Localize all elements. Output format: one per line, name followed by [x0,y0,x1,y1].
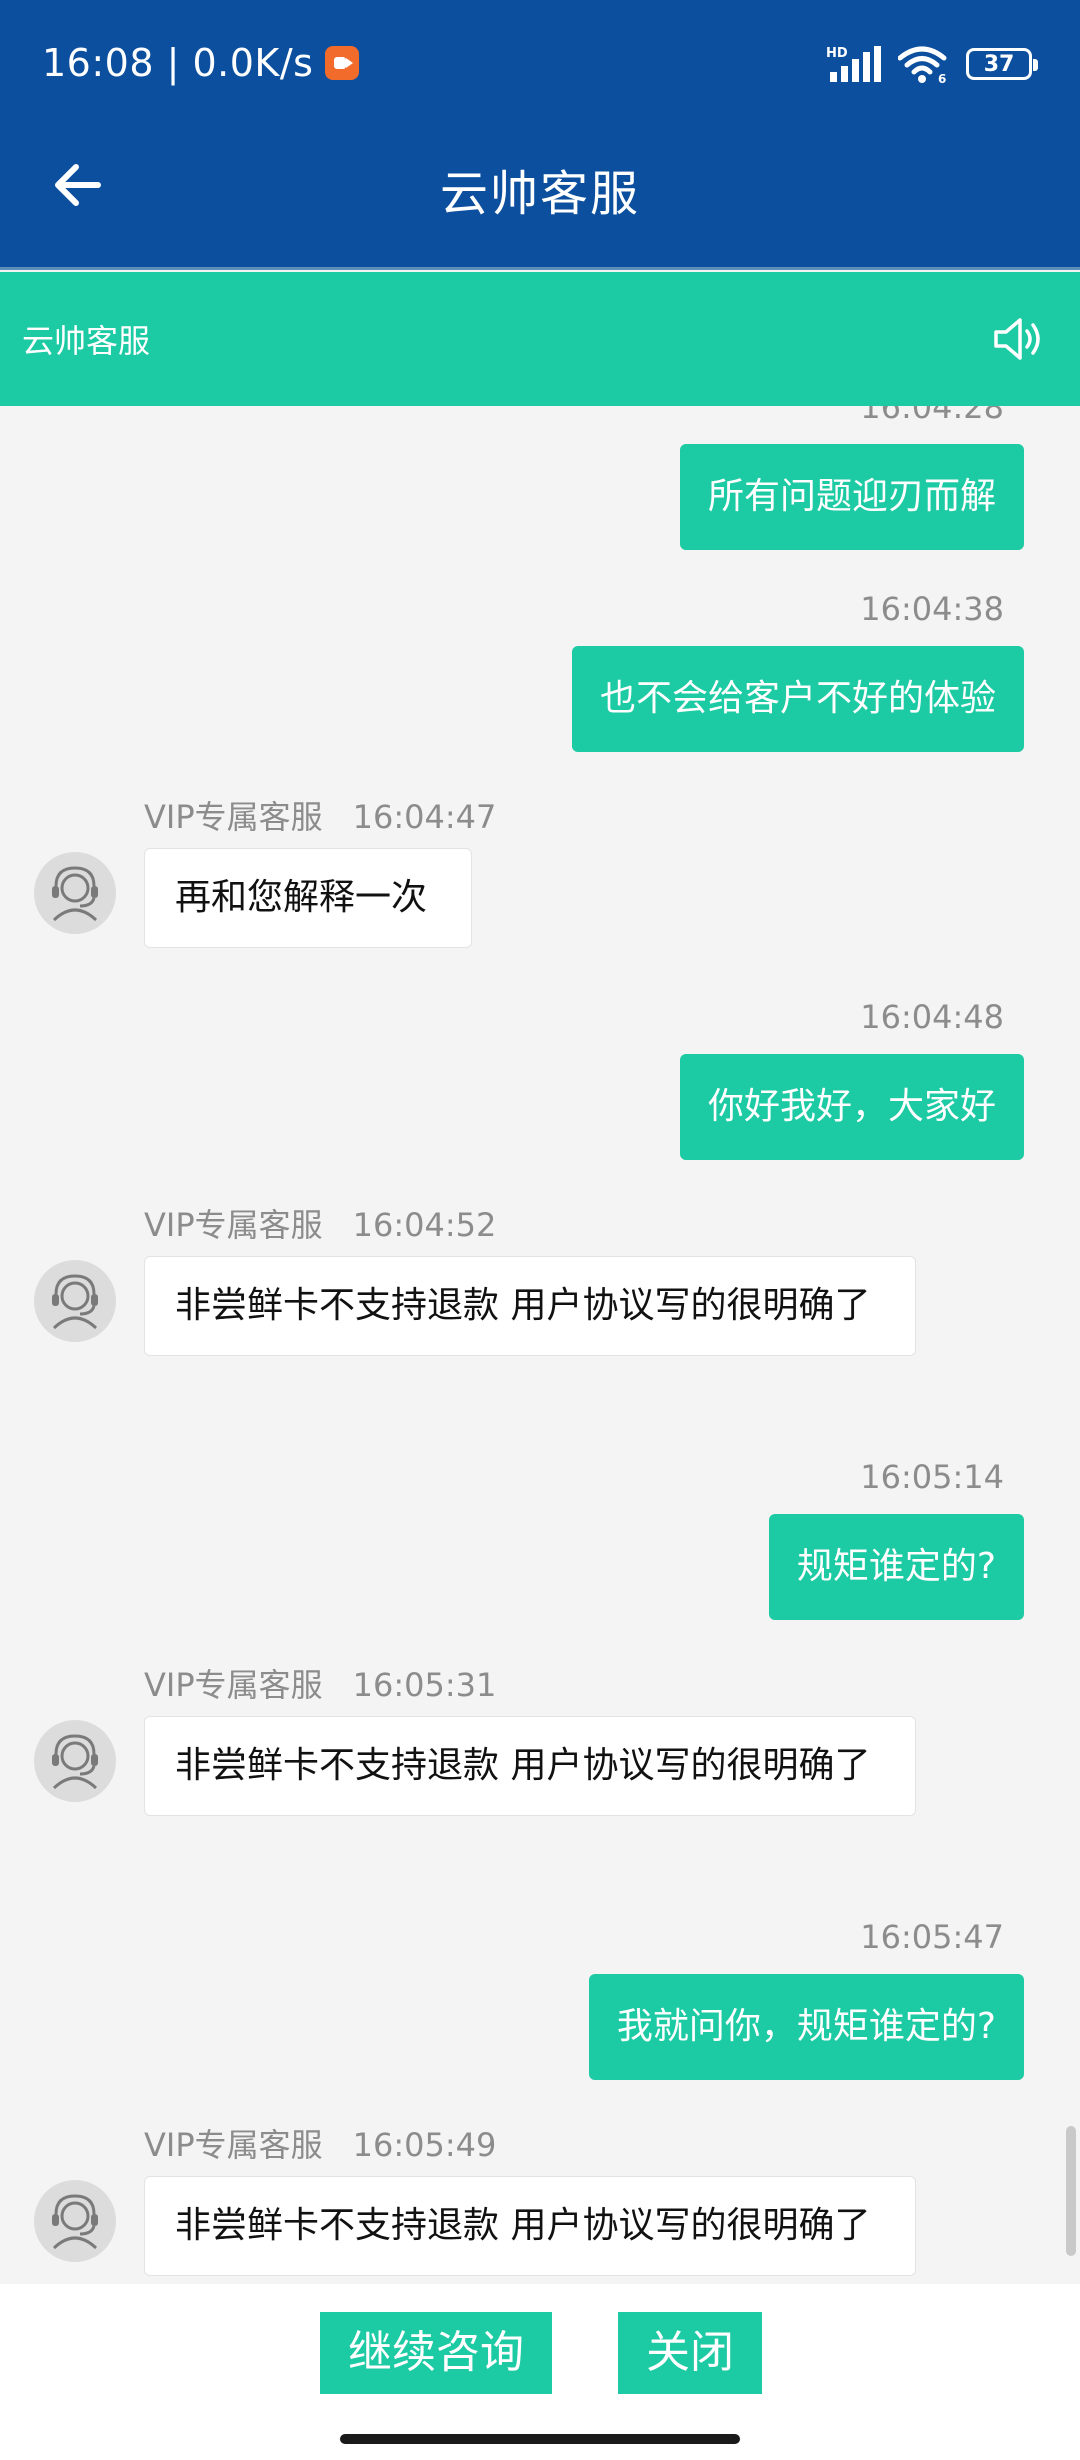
agent-header: VIP专属客服 16:04:52 [144,1200,496,1246]
message-timestamp: 16:04:28 [860,406,1004,426]
incoming-message-bubble[interactable]: 非尝鲜卡不支持退款 用户协议写的很明确了 [144,1716,916,1816]
outgoing-message-bubble[interactable]: 我就问你，规矩谁定的? [588,1974,1024,2080]
message-timestamp: 16:05:14 [860,1458,1004,1496]
wifi-icon: 6 [898,46,947,84]
headset-agent-icon [52,1734,98,1790]
chat-screen: 16:08 | 0.0K/s HD 6 37 云帅客服 云帅客服 16:04:2… [0,0,1080,2460]
message-timestamp: 16:05:49 [352,2126,497,2164]
incoming-message-bubble[interactable]: 非尝鲜卡不支持退款 用户协议写的很明确了 [144,2176,916,2276]
continue-consult-button[interactable]: 继续咨询 [320,2312,552,2394]
headset-agent-icon [52,866,98,922]
screen-record-icon [325,46,360,80]
status-right: HD 6 37 [826,44,1038,84]
outgoing-message-bubble[interactable]: 也不会给客户不好的体验 [571,646,1024,752]
message-timestamp: 16:05:47 [860,1918,1004,1956]
wifi-badge-label: 6 [938,72,946,84]
message-timestamp: 16:05:31 [352,1666,497,1704]
battery-icon: 37 [966,48,1038,80]
agent-name: VIP专属客服 [144,798,323,836]
close-button[interactable]: 关闭 [618,2312,762,2394]
chat-message-list[interactable]: 16:04:28 所有问题迎刃而解 16:04:38 也不会给客户不好的体验 V… [0,406,1080,2284]
message-timestamp: 16:04:48 [860,998,1004,1036]
chat-scrollbar[interactable] [1066,2126,1076,2256]
headset-agent-icon [52,1274,98,1330]
bottom-action-bar: 继续咨询 关闭 [0,2284,1080,2460]
status-bar: 16:08 | 0.0K/s HD 6 37 [0,0,1080,100]
network-type-label: HD [826,46,848,61]
agent-header: VIP专属客服 16:05:31 [144,1660,496,1706]
cellular-signal-icon: HD [826,46,881,82]
agent-name: VIP专属客服 [144,2126,323,2164]
incoming-message-bubble[interactable]: 再和您解释一次 [144,848,472,948]
service-bar: 云帅客服 [0,272,1080,406]
agent-avatar[interactable] [34,852,116,934]
agent-header: VIP专属客服 16:05:49 [144,2120,496,2166]
agent-avatar[interactable] [34,1720,116,1802]
incoming-message-bubble[interactable]: 非尝鲜卡不支持退款 用户协议写的很明确了 [144,1256,916,1356]
home-indicator[interactable] [340,2434,740,2444]
agent-avatar[interactable] [34,1260,116,1342]
agent-avatar[interactable] [34,2180,116,2262]
app-header: 云帅客服 [0,100,1080,270]
page-title: 云帅客服 [439,166,640,222]
speaker-icon[interactable] [990,312,1044,366]
status-time-speed: 16:08 | 0.0K/s [42,41,314,85]
outgoing-message-bubble[interactable]: 规矩谁定的? [768,1514,1024,1620]
agent-name: VIP专属客服 [144,1666,323,1704]
status-left: 16:08 | 0.0K/s [42,41,360,85]
outgoing-message-bubble[interactable]: 你好我好，大家好 [679,1054,1024,1160]
message-timestamp: 16:04:38 [860,590,1004,628]
service-name: 云帅客服 [22,322,151,360]
agent-name: VIP专属客服 [144,1206,323,1244]
outgoing-message-bubble[interactable]: 所有问题迎刃而解 [679,444,1024,550]
headset-agent-icon [52,2194,98,2250]
message-timestamp: 16:04:47 [352,798,497,836]
battery-level: 37 [983,51,1015,77]
message-timestamp: 16:04:52 [352,1206,497,1244]
agent-header: VIP专属客服 16:04:47 [144,792,496,838]
